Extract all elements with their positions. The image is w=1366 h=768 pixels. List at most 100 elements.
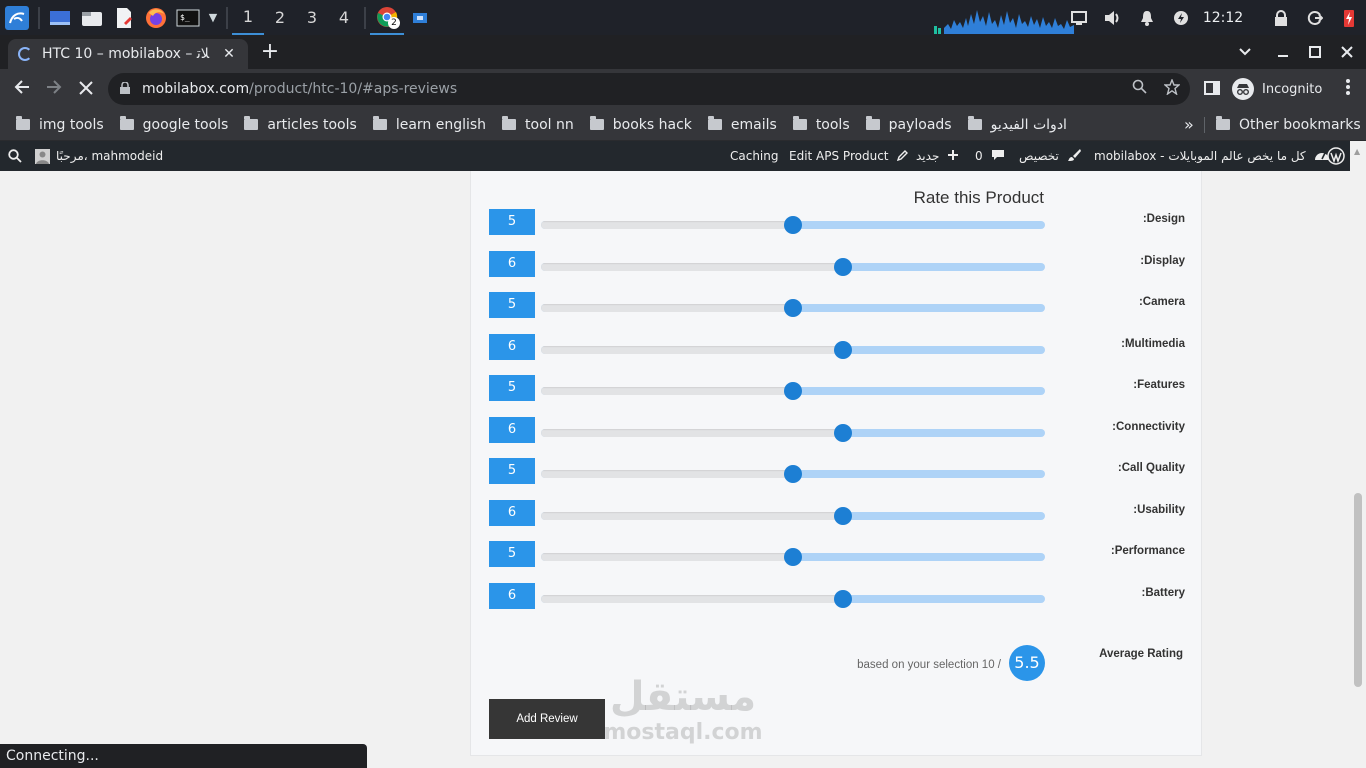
bookmark-books-hack[interactable]: books hack	[582, 116, 700, 133]
bookmark-tools[interactable]: tools	[785, 116, 858, 133]
close-icon[interactable]: ✕	[220, 46, 238, 62]
bookmark-other[interactable]: Other bookmarks	[1208, 116, 1366, 133]
bookmark-articles-tools[interactable]: articles tools	[236, 116, 364, 133]
folder-icon	[865, 116, 880, 130]
volume-icon[interactable]	[1096, 0, 1130, 35]
rating-slider-track[interactable]	[541, 345, 1045, 354]
maximize-icon[interactable]	[1298, 35, 1332, 69]
bookmark-label: learn english	[395, 116, 487, 133]
minimize-icon[interactable]	[1266, 35, 1300, 69]
scroll-up-arrow-icon[interactable]: ▲	[1354, 147, 1360, 156]
folder-icon	[967, 116, 982, 130]
kebab-menu-icon[interactable]	[1336, 77, 1360, 101]
logout-icon[interactable]	[1298, 0, 1332, 35]
rating-slider-track[interactable]	[541, 428, 1045, 437]
rating-slider-track[interactable]	[541, 262, 1045, 271]
bookmark-google-tools[interactable]: google tools	[112, 116, 237, 133]
firefox-icon[interactable]	[140, 0, 172, 35]
screen-icon[interactable]	[1062, 0, 1096, 35]
clock[interactable]: 12:12	[1198, 10, 1248, 26]
rating-slider-track[interactable]	[541, 594, 1045, 603]
padlock-icon[interactable]	[120, 80, 136, 97]
rating-criterion-label: Connectivity:	[1112, 420, 1185, 433]
new-tab-button[interactable]: +	[258, 41, 282, 65]
comments-menu[interactable]: 0	[975, 141, 1005, 171]
wordpress-logo-icon[interactable]	[1327, 141, 1345, 171]
power-status-icon[interactable]	[1164, 0, 1198, 35]
bookmark-label: Other bookmarks	[1239, 116, 1361, 133]
app-window-icon[interactable]	[404, 0, 436, 35]
bookmark-tool-nn[interactable]: tool nn	[494, 116, 582, 133]
terminal-icon[interactable]: $_	[172, 0, 204, 35]
chevron-down-icon[interactable]: ▼	[204, 0, 222, 35]
forward-arrow-icon[interactable]	[42, 77, 66, 101]
text-editor-icon[interactable]	[108, 0, 140, 35]
rating-value-box: 6	[489, 416, 535, 443]
rating-slider-handle[interactable]	[834, 340, 852, 359]
rating-slider-handle[interactable]	[834, 506, 852, 525]
rating-value-box: 5	[489, 375, 535, 401]
page-scrollbar[interactable]: ▲	[1350, 141, 1366, 768]
rating-slider-fill	[541, 428, 843, 437]
rating-slider-track[interactable]	[541, 511, 1045, 520]
workspace-4[interactable]: 4	[328, 0, 360, 35]
workspace-1[interactable]: 1	[232, 0, 264, 35]
rating-slider-handle[interactable]	[834, 257, 852, 276]
bookmark-img-tools[interactable]: img tools	[8, 116, 112, 133]
stop-loading-icon[interactable]	[74, 77, 98, 101]
bookmark-payloads[interactable]: payloads	[858, 116, 960, 133]
rating-slider-handle[interactable]	[784, 548, 802, 566]
workspace-2[interactable]: 2	[264, 0, 296, 35]
workspace-3[interactable]: 3	[296, 0, 328, 35]
address-bar[interactable]: mobilabox.com/product/htc-10/#aps-review…	[108, 73, 1190, 105]
rating-slider-handle[interactable]	[834, 423, 852, 442]
incognito-indicator[interactable]: Incognito	[1232, 75, 1322, 103]
rating-slider-fill	[541, 304, 793, 312]
rating-slider-handle[interactable]	[784, 382, 802, 400]
zoom-search-icon[interactable]	[1132, 79, 1148, 99]
rating-slider-handle[interactable]	[784, 465, 802, 483]
scrollbar-thumb[interactable]	[1354, 493, 1362, 687]
tab-search-icon[interactable]	[1228, 35, 1262, 69]
new-content-menu[interactable]: جديد	[916, 141, 959, 171]
incognito-icon	[1232, 78, 1254, 100]
bookmarks-overflow-button[interactable]: »	[1176, 115, 1202, 134]
add-review-button[interactable]: Add Review	[489, 699, 605, 739]
bookmark-label: google tools	[142, 116, 229, 133]
audio-visualizer	[934, 10, 1074, 34]
chrome-window-button[interactable]: 2	[370, 0, 404, 35]
rating-slider-fill	[541, 221, 793, 229]
customize-link[interactable]: تخصيص	[1019, 141, 1081, 171]
bookmark-video-tools[interactable]: ادوات الفيديو	[960, 116, 1075, 133]
rating-value-box: 5	[489, 541, 535, 567]
bookmark-divider	[1204, 117, 1205, 133]
caching-menu[interactable]: Caching	[730, 141, 779, 171]
rating-slider-handle[interactable]	[784, 216, 802, 234]
back-arrow-icon[interactable]	[10, 77, 34, 101]
wp-admin-bar: مرحبًا، mahmodeid Caching Edit APS Produ…	[0, 141, 1366, 171]
taskbar-separator	[226, 6, 228, 29]
file-manager-icon[interactable]	[76, 0, 108, 35]
desktop-icon[interactable]	[44, 0, 76, 35]
brush-icon	[1067, 148, 1081, 165]
site-name-menu[interactable]: mobilabox - كل ما يخص عالم الموبايلات	[1094, 141, 1330, 171]
rating-row: 5 Features:	[471, 375, 1203, 405]
close-window-icon[interactable]	[1330, 35, 1364, 69]
search-icon[interactable]	[8, 141, 22, 171]
rating-slider-handle[interactable]	[834, 589, 852, 608]
browser-toolbar: mobilabox.com/product/htc-10/#aps-review…	[0, 69, 1366, 109]
battery-icon[interactable]	[1332, 0, 1366, 35]
rating-slider-handle[interactable]	[784, 299, 802, 317]
side-panel-icon[interactable]	[1200, 77, 1224, 101]
bookmark-learn-english[interactable]: learn english	[365, 116, 494, 133]
edit-product-link[interactable]: Edit APS Product	[789, 141, 909, 171]
rating-row: 6 Battery:	[471, 582, 1203, 613]
notification-bell-icon[interactable]	[1130, 0, 1164, 35]
bookmark-emails[interactable]: emails	[700, 116, 785, 133]
lock-icon[interactable]	[1264, 0, 1298, 35]
tab-htc10[interactable]: HTC 10 – mobilabox – ﻼﺗ ✕	[8, 39, 248, 69]
rating-title: Rate this Product	[913, 188, 1044, 207]
user-account-menu[interactable]: مرحبًا، mahmodeid	[35, 141, 163, 171]
kali-menu-icon[interactable]	[0, 0, 34, 35]
star-icon[interactable]	[1163, 78, 1181, 99]
